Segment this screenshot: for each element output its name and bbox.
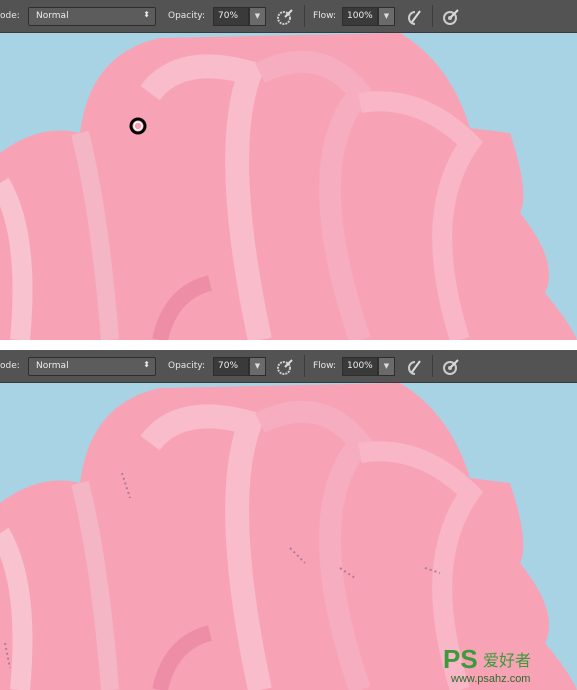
mode-value: Normal [36, 361, 69, 371]
canvas[interactable] [0, 33, 577, 340]
airbrush-icon[interactable] [405, 358, 423, 376]
options-bar: ode: Normal ⬍ Opacity: 70% ▼ Flow: 100% ▼ [0, 0, 577, 33]
flow-label: Flow: [313, 361, 337, 371]
flow-label: Flow: [313, 11, 337, 21]
divider [432, 5, 433, 27]
flow-input[interactable]: 100% [342, 7, 378, 26]
watermark-logo: PS 爱好者 www.psahz.com [443, 644, 531, 685]
cream-swirl-image [0, 33, 577, 340]
airbrush-icon[interactable] [405, 8, 423, 26]
updown-icon: ⬍ [143, 360, 150, 369]
flow-dropdown[interactable]: ▼ [378, 357, 395, 376]
after-panel: ode: Normal ⬍ Opacity: 70% ▼ Flow: 100% ▼… [0, 350, 577, 690]
opacity-input[interactable]: 70% [213, 7, 249, 26]
mode-select[interactable]: Normal ⬍ [28, 7, 156, 26]
svg-text:爱好者: 爱好者 [483, 651, 531, 670]
updown-icon: ⬍ [143, 10, 150, 19]
options-bar: ode: Normal ⬍ Opacity: 70% ▼ Flow: 100% ▼ [0, 350, 577, 383]
divider [432, 355, 433, 377]
opacity-dropdown[interactable]: ▼ [249, 7, 266, 26]
svg-text:PS: PS [443, 644, 478, 674]
mode-value: Normal [36, 11, 69, 21]
before-panel: ode: Normal ⬍ Opacity: 70% ▼ Flow: 100% ▼ [0, 0, 577, 340]
mode-label: ode: [0, 361, 20, 371]
mode-label: ode: [0, 11, 20, 21]
flow-input[interactable]: 100% [342, 357, 378, 376]
tablet-pressure-icon[interactable] [442, 358, 460, 376]
opacity-label: Opacity: [168, 11, 205, 21]
airbrush-pressure-icon[interactable] [276, 8, 294, 26]
airbrush-pressure-icon[interactable] [276, 358, 294, 376]
divider [304, 355, 305, 377]
opacity-dropdown[interactable]: ▼ [249, 357, 266, 376]
opacity-label: Opacity: [168, 361, 205, 371]
flow-dropdown[interactable]: ▼ [378, 7, 395, 26]
divider [304, 5, 305, 27]
tablet-pressure-icon[interactable] [442, 8, 460, 26]
svg-text:www.psahz.com: www.psahz.com [450, 673, 530, 685]
canvas[interactable]: PS 爱好者 www.psahz.com [0, 383, 577, 690]
opacity-input[interactable]: 70% [213, 357, 249, 376]
mode-select[interactable]: Normal ⬍ [28, 357, 156, 376]
